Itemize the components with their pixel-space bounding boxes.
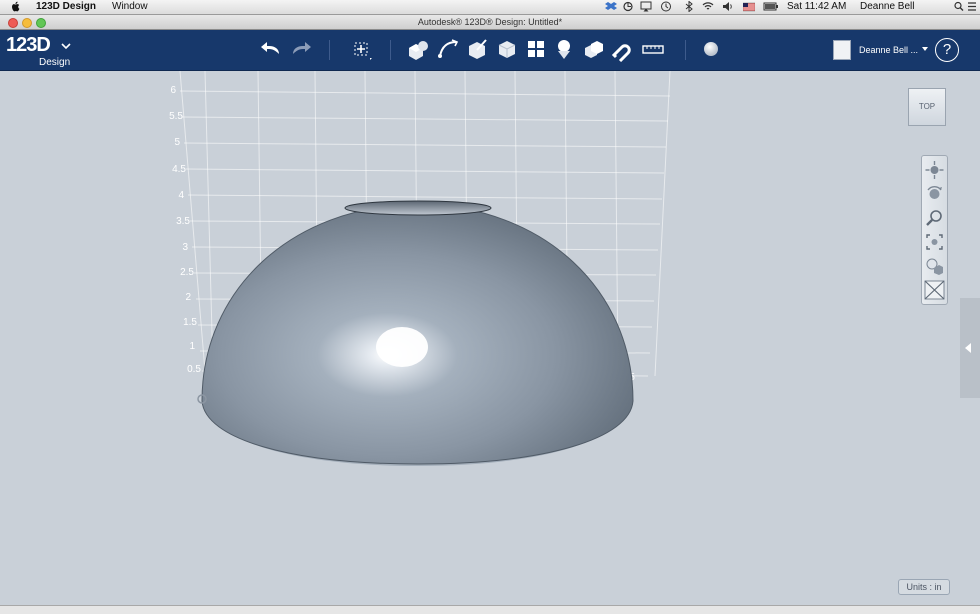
y-axis-tick: 5 [174,137,180,148]
chevron-down-icon [61,43,71,50]
user-menu-caret-icon[interactable] [922,47,928,51]
scene-canvas[interactable] [0,71,980,605]
units-button[interactable]: Units : in [898,579,950,595]
combine-button[interactable] [581,36,607,62]
logo-main-text: 123D [6,34,51,56]
grouping-icon [558,40,570,59]
user-avatar[interactable] [833,40,851,60]
mac-menubar: 123D Design Window Sat 11:42 AM Deanne B… [0,0,980,15]
wifi-icon[interactable] [702,1,714,12]
bluetooth-icon[interactable] [683,1,695,12]
sketch-button[interactable] [435,36,461,62]
toolbar-separator [329,40,330,60]
user-name[interactable]: Deanne Bell ... [859,45,918,55]
menu-window[interactable]: Window [112,1,148,12]
navigation-bar [921,155,948,305]
x-axis-tick: 0.5 [621,372,635,383]
time-machine-icon[interactable] [660,1,672,12]
grid-toggle-icon[interactable] [924,280,945,300]
y-axis-tick: 5.5 [169,111,183,122]
measure-button[interactable] [640,36,666,62]
ruler-icon [642,45,664,54]
primitives-icon [409,41,428,60]
sync-icon[interactable] [622,1,634,12]
pattern-button[interactable] [523,36,549,62]
transform-button[interactable] [348,36,374,62]
dropbox-icon[interactable] [605,1,617,12]
toolbar-separator [685,40,686,60]
expand-panel-icon[interactable] [965,343,971,353]
view-mode-icon[interactable] [924,256,945,276]
y-axis-tick: 2.5 [180,267,194,278]
redo-icon [293,42,311,54]
y-axis-tick: 6 [170,85,176,96]
material-sphere-icon [704,42,718,56]
help-button[interactable]: ? [935,38,959,62]
y-axis-tick: 2 [185,292,191,303]
magnet-icon [611,44,631,63]
logo-sub-text: Design [39,57,71,68]
app-toolbar: 123D Design Deanne Bell ... ? [0,30,980,71]
modify-icon [498,41,516,58]
us-flag-icon[interactable] [743,1,755,12]
3d-viewport[interactable]: 6 5.5 5 4.5 4 3.5 3 2.5 2 1.5 1 0.5 0.5 [0,71,980,605]
undo-button[interactable] [258,36,284,62]
notification-center-icon[interactable] [966,1,978,12]
menu-app-name[interactable]: 123D Design [36,1,96,12]
construct-button[interactable] [465,36,491,62]
orbit-icon[interactable] [924,184,945,204]
pan-icon[interactable] [924,160,945,180]
spotlight-icon[interactable] [953,1,965,12]
y-axis-tick: 3 [182,242,188,253]
menubar-user[interactable]: Deanne Bell [860,1,914,12]
y-axis-tick: 4 [178,190,184,201]
combine-icon [585,41,603,58]
primitives-button[interactable] [405,36,431,62]
volume-icon[interactable] [722,1,734,12]
view-cube[interactable]: TOP [908,88,946,126]
y-axis-tick: 4.5 [172,164,186,175]
fit-view-icon[interactable] [924,232,945,252]
window-title: Autodesk® 123D® Design: Untitled* [417,17,563,27]
undo-icon [261,42,279,54]
pattern-icon [528,41,544,57]
grouping-button[interactable] [552,36,578,62]
transform-icon [354,42,372,60]
modify-button[interactable] [494,36,520,62]
y-axis-tick: 3.5 [176,216,190,227]
sketch-icon [438,39,459,58]
airplay-icon[interactable] [640,1,652,12]
y-axis-tick: 0.5 [187,364,201,375]
battery-icon[interactable] [763,1,779,12]
snap-button[interactable] [610,36,636,63]
menubar-clock[interactable]: Sat 11:42 AM [787,1,846,12]
y-axis-tick: 1 [189,341,195,352]
window-titlebar: Autodesk® 123D® Design: Untitled* [0,15,980,30]
apple-icon[interactable] [11,1,21,12]
redo-button[interactable] [288,36,314,62]
construct-icon [469,39,487,59]
toolbar-separator [390,40,391,60]
zoom-icon[interactable] [924,208,945,228]
y-axis-tick: 1.5 [183,317,197,328]
grid-back-plane [179,71,671,377]
material-button[interactable] [698,36,724,62]
